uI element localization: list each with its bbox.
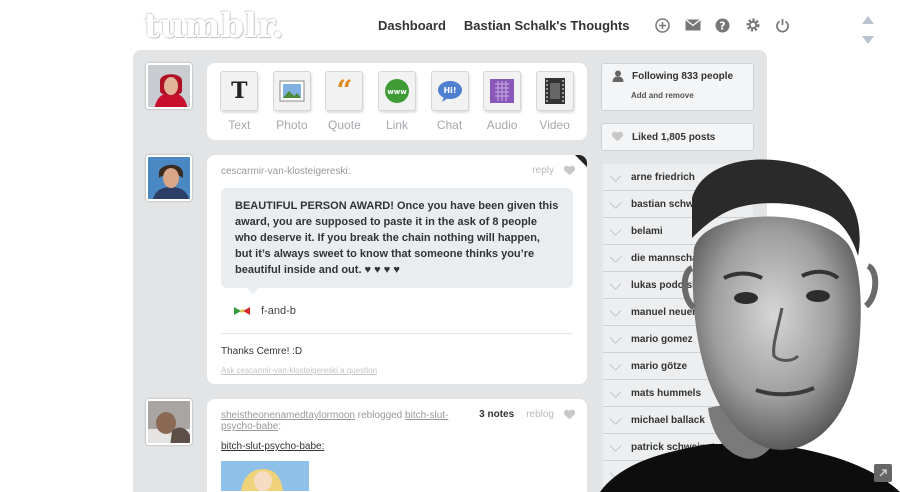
power-icon[interactable] [768, 16, 798, 34]
following-box[interactable]: Following 833 people Add and remove [601, 63, 754, 111]
reblog-post: sheistheonenamedtaylormoon reblogged bit… [207, 399, 587, 492]
liked-count[interactable]: Liked 1,805 posts [602, 132, 715, 143]
tumblr-logo[interactable]: tumblr. [144, 6, 284, 46]
post-type-text[interactable]: T Text [215, 71, 263, 140]
answer-text: Thanks Cemre! :D [221, 346, 303, 357]
post-type-audio[interactable]: Audio [478, 71, 526, 140]
notes-count[interactable]: 3 notes [479, 409, 514, 420]
person-icon [612, 70, 624, 82]
source-colon: : [278, 421, 282, 432]
post-type-label: Link [385, 118, 408, 132]
reply-link[interactable]: reply [532, 165, 554, 176]
mail-icon[interactable] [678, 16, 708, 34]
liked-box[interactable]: Liked 1,805 posts [601, 123, 754, 151]
quote-source-colon: : [321, 441, 325, 452]
settings-toggle[interactable] [874, 464, 892, 482]
scroll-down-arrow-icon[interactable] [862, 36, 874, 44]
post-type-label: Video [539, 118, 570, 132]
blog-avatar-icon[interactable] [233, 305, 251, 317]
question-bubble: BEAUTIFUL PERSON AWARD! Once you have be… [221, 188, 573, 288]
user-avatar[interactable] [146, 63, 192, 109]
link-icon: www [377, 71, 416, 111]
post-type-label: Text [228, 118, 251, 132]
nav-dashboard[interactable]: Dashboard [378, 18, 446, 33]
arrow-icon [879, 469, 887, 477]
add-remove-link[interactable]: Add and remove [602, 91, 753, 100]
post-asker[interactable]: cescarmir-van-klosteigereski: [221, 166, 350, 177]
post-type-chat[interactable]: Hi! Chat [426, 71, 474, 140]
reblog-header: sheistheonenamedtaylormoon reblogged bit… [221, 410, 471, 432]
portrait-photo-overlay [600, 158, 900, 492]
liked-label: Liked 1,805 posts [632, 131, 716, 143]
top-navigation: Dashboard Bastian Schalk's Thoughts ? [378, 16, 798, 34]
following-count[interactable]: Following 833 people [602, 70, 753, 82]
post-type-label: Quote [328, 118, 361, 132]
heart-icon [612, 132, 623, 142]
ask-question-link[interactable]: Ask cescarmir-van-klosteigereski a quest… [221, 366, 377, 375]
video-icon [535, 71, 574, 111]
post-type-video[interactable]: Video [531, 71, 579, 140]
page-scroll-arrows[interactable] [862, 16, 876, 44]
reblogger-link[interactable]: sheistheonenamedtaylormoon [221, 410, 355, 421]
post-type-label: Photo [276, 118, 308, 132]
ask-post: cescarmir-van-klosteigereski: reply BEAU… [207, 155, 587, 384]
post-type-label: Chat [436, 118, 463, 132]
following-label: Following 833 people [632, 70, 734, 82]
gear-icon[interactable] [738, 16, 768, 34]
question-bubble-tail [247, 288, 259, 294]
quote-source-name[interactable]: bitch-slut-psycho-babe [221, 441, 322, 452]
audio-icon [483, 71, 522, 111]
heart-icon[interactable] [564, 410, 575, 420]
reblogged-text: reblogged [357, 410, 403, 421]
scroll-up-arrow-icon[interactable] [862, 16, 874, 24]
answer-divider [221, 333, 573, 334]
post-controls: reply [532, 165, 575, 176]
answerer: f-and-b [233, 305, 296, 317]
text-icon: T [220, 71, 259, 111]
heart-icon[interactable] [564, 166, 575, 176]
quote-icon: “ [325, 71, 364, 111]
nav-blog-title[interactable]: Bastian Schalk's Thoughts [464, 18, 630, 33]
post-image[interactable] [221, 461, 309, 491]
svg-text:Hi!: Hi! [443, 86, 456, 95]
post-type-photo[interactable]: Photo [268, 71, 316, 140]
post-type-bar: T Text Photo “ Quote www Link Hi! Chat A… [207, 63, 587, 140]
answerer-name[interactable]: f-and-b [261, 305, 296, 317]
post-avatar[interactable] [146, 155, 192, 201]
post-type-label: Audio [486, 118, 518, 132]
svg-text:?: ? [719, 19, 725, 32]
chat-icon: Hi! [430, 71, 469, 111]
post-avatar[interactable] [146, 399, 192, 445]
photo-icon [272, 71, 311, 111]
help-icon[interactable]: ? [708, 16, 738, 34]
reblog-link[interactable]: reblog [526, 409, 554, 420]
post-controls: 3 notes reblog [479, 409, 575, 420]
post-type-quote[interactable]: “ Quote [320, 71, 368, 140]
plus-circle-icon[interactable] [648, 16, 678, 34]
svg-text:www: www [387, 88, 407, 96]
quote-source-link[interactable]: bitch-slut-psycho-babe: [221, 441, 324, 452]
post-type-link[interactable]: www Link [373, 71, 421, 140]
